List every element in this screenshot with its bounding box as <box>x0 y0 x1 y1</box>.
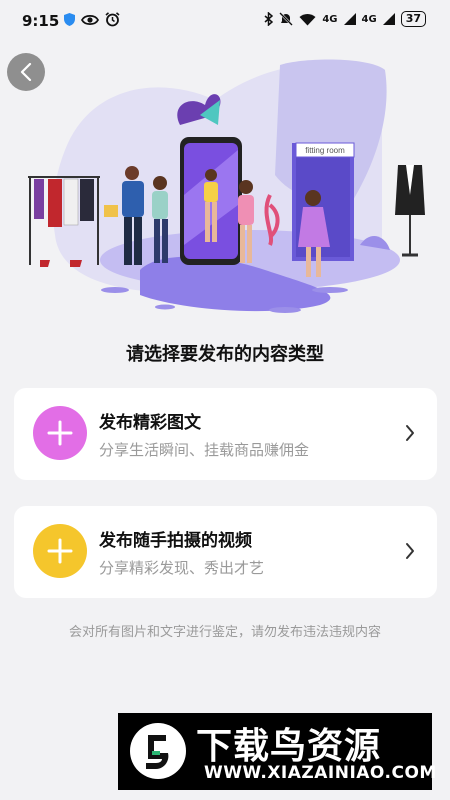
plus-icon <box>47 420 73 446</box>
card-subtitle: 分享精彩发现、秀出才艺 <box>99 559 265 577</box>
add-video-icon <box>33 524 87 578</box>
chevron-right-icon <box>406 543 414 559</box>
content-notice: 会对所有图片和文字进行鉴定，请勿发布违法违规内容 <box>68 625 381 640</box>
alarm-icon <box>105 12 120 27</box>
page-title: 请选择要发布的内容类型 <box>126 344 324 365</box>
back-button[interactable] <box>7 53 45 91</box>
status-bar: 9:15 4G 4G 37 <box>0 0 450 40</box>
mute-icon <box>279 12 294 26</box>
eye-icon <box>81 14 99 25</box>
signal-2-label: 4G <box>361 13 377 25</box>
status-right-icons: 4G 4G 37 <box>264 11 426 27</box>
bluetooth-icon <box>264 12 274 26</box>
signal-2-icon <box>382 13 395 25</box>
wifi-icon <box>299 13 316 25</box>
watermark-banner: 下载鸟资源 WWW.XIAZAINIAO.COM <box>118 713 436 790</box>
card-subtitle: 分享生活瞬间、挂载商品赚佣金 <box>99 441 310 459</box>
battery-indicator: 37 <box>400 11 426 27</box>
shield-icon <box>64 13 75 26</box>
hero-illustration: fitting room <box>28 59 425 313</box>
plus-icon <box>47 538 73 564</box>
watermark-url: WWW.XIAZAINIAO.COM <box>204 763 437 783</box>
card-title: 发布随手拍摄的视频 <box>99 531 252 551</box>
bird-logo-icon <box>130 723 186 779</box>
signal-1-label: 4G <box>322 13 338 25</box>
fitting-room-sign: fitting room <box>305 146 345 155</box>
status-left-icons <box>64 12 120 27</box>
signal-1-icon <box>343 13 356 25</box>
chevron-right-icon <box>406 425 414 441</box>
chevron-left-icon <box>20 63 32 81</box>
post-video-card[interactable]: 发布随手拍摄的视频 分享精彩发现、秀出才艺 <box>14 506 437 598</box>
add-image-text-icon <box>33 406 87 460</box>
watermark-title: 下载鸟资源 <box>196 726 382 767</box>
post-image-text-card[interactable]: 发布精彩图文 分享生活瞬间、挂载商品赚佣金 <box>14 388 437 480</box>
status-time: 9:15 <box>22 12 60 30</box>
card-title: 发布精彩图文 <box>99 413 201 433</box>
